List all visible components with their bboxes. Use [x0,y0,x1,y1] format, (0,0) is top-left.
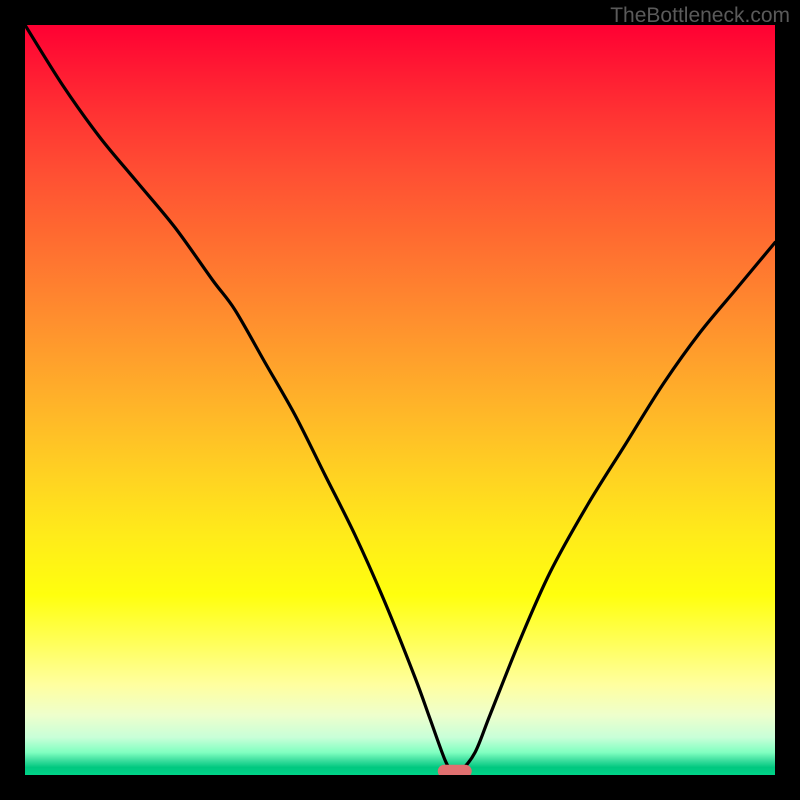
watermark-text: TheBottleneck.com [610,4,790,28]
plot-area [25,25,775,775]
bottleneck-curve [25,25,775,773]
marker-pill [438,765,472,775]
chart-svg [25,25,775,775]
chart-container: TheBottleneck.com [0,0,800,800]
